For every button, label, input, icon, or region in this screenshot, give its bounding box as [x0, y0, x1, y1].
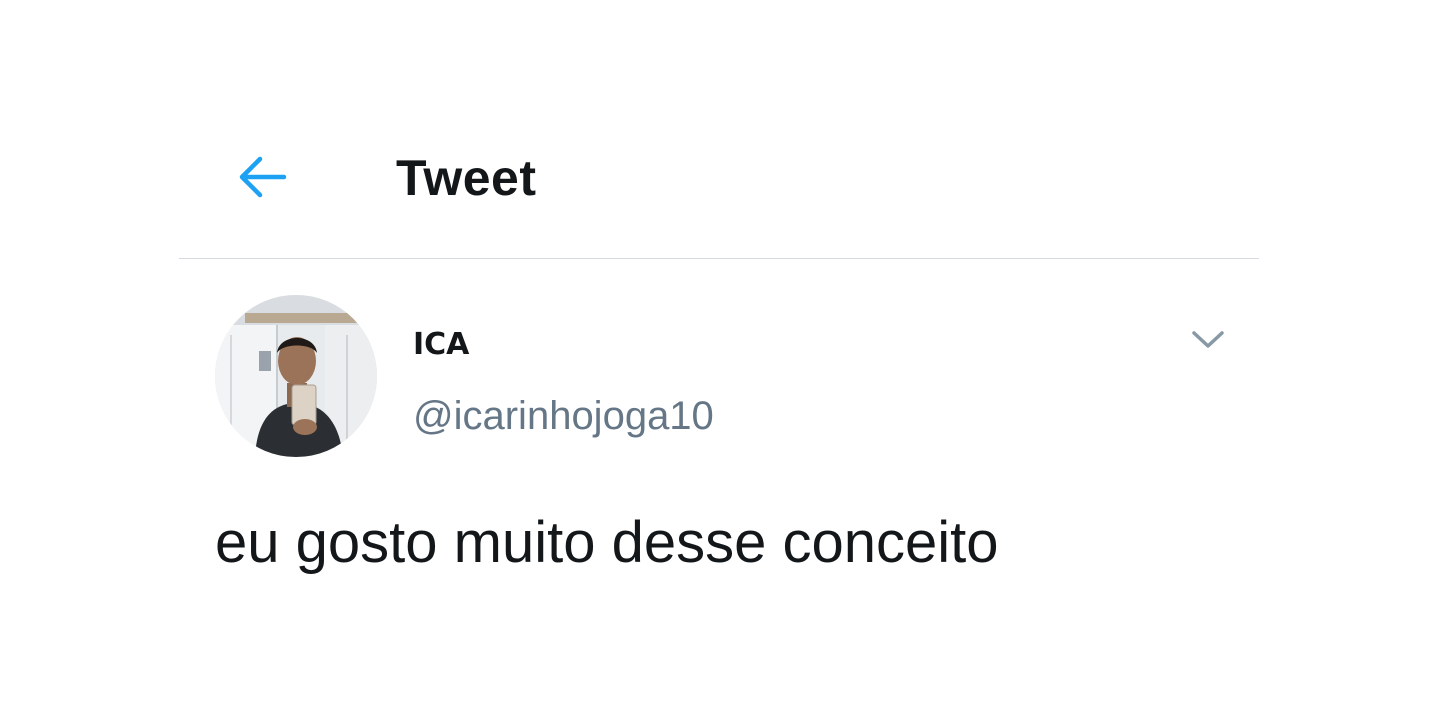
top-bar: Tweet	[179, 120, 1259, 258]
chevron-down-icon	[1192, 331, 1224, 348]
header-divider	[179, 258, 1259, 259]
tweet-text: eu gosto muito desse conceito	[215, 510, 999, 575]
tweet-menu-button[interactable]	[1185, 320, 1231, 360]
back-button[interactable]	[231, 148, 293, 206]
avatar-photo	[215, 295, 377, 457]
avatar[interactable]	[215, 295, 377, 457]
arrow-left-icon	[239, 156, 287, 198]
author-name[interactable]: ICA	[413, 327, 469, 363]
author-handle[interactable]: @icarinhojoga10	[413, 393, 714, 439]
page-title: Tweet	[396, 150, 537, 206]
